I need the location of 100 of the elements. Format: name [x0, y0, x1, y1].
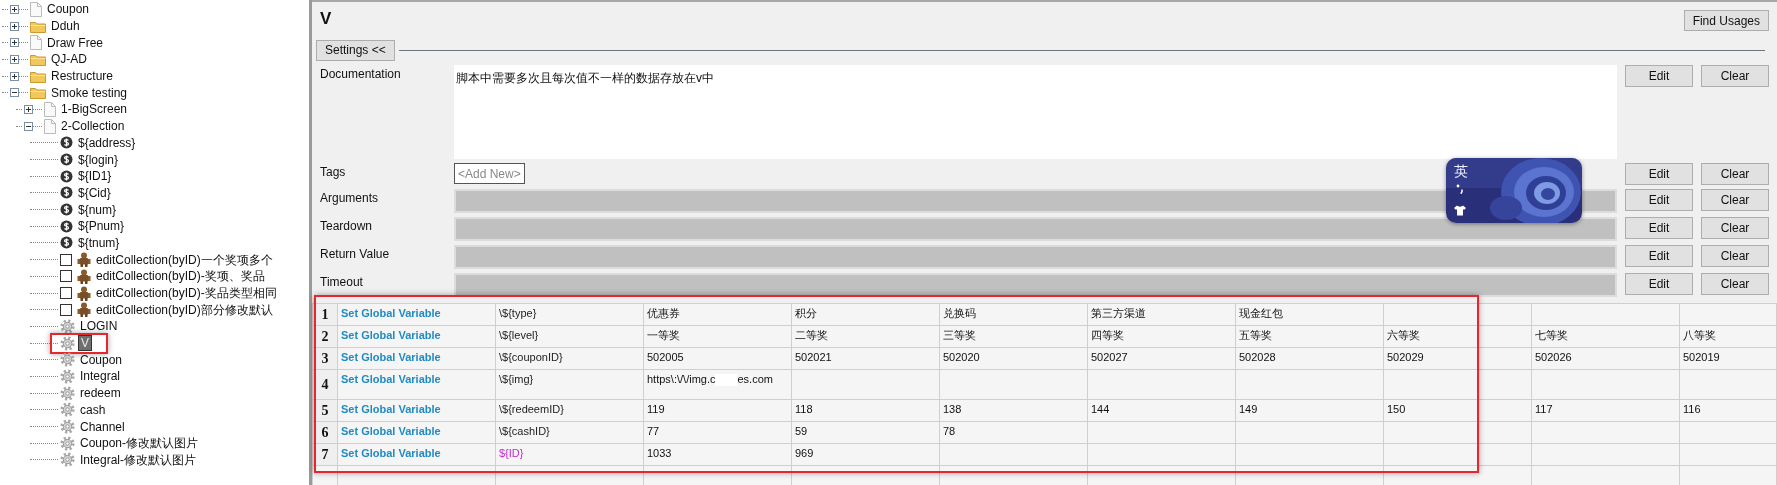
tree-item[interactable]: Dduh: [49, 19, 82, 34]
tree-item[interactable]: Restructure: [49, 69, 116, 84]
language-indicator[interactable]: 英: [1454, 161, 1468, 182]
field-label: Arguments: [320, 189, 380, 207]
input-field[interactable]: [454, 216, 1617, 241]
gear-icon: [60, 352, 75, 368]
tree-item[interactable]: Coupon-修改默认图片: [78, 436, 201, 451]
table-cell: 1033: [643, 443, 792, 465]
field-label: Documentation: [320, 65, 402, 83]
robot-icon: [77, 252, 91, 268]
tree-item[interactable]: ${tnum}: [76, 235, 122, 250]
tree-item[interactable]: V: [78, 335, 92, 352]
clear-button[interactable]: Clear: [1701, 216, 1769, 239]
dollar-icon: [60, 186, 73, 200]
clear-button[interactable]: Clear: [1701, 272, 1769, 295]
table-cell: 兑换码: [939, 303, 1088, 325]
expand-toggle[interactable]: [10, 4, 19, 14]
table-cell: 144: [1087, 399, 1236, 421]
tree-item[interactable]: editCollection(byID)一个奖项多个: [94, 252, 275, 267]
table-cell: 七等奖: [1531, 325, 1680, 347]
punctuation-icon[interactable]: [1456, 184, 1464, 194]
collapse-toggle[interactable]: [24, 121, 33, 131]
gear-icon: [60, 452, 75, 468]
input-field[interactable]: [454, 272, 1617, 297]
checkbox[interactable]: [60, 270, 72, 283]
edit-button[interactable]: Edit: [1625, 162, 1693, 185]
tree-item[interactable]: editCollection(byID)-奖项、奖品: [94, 269, 267, 284]
expand-toggle[interactable]: [10, 54, 19, 64]
dollar-icon: [60, 236, 73, 250]
clear-button[interactable]: Clear: [1701, 162, 1769, 185]
expand-toggle[interactable]: [24, 104, 33, 114]
folder-icon: [30, 19, 46, 33]
expand-toggle[interactable]: [10, 21, 19, 31]
tree-item[interactable]: ${Pnum}: [76, 219, 127, 234]
table-cell: 118: [791, 399, 940, 421]
table-cell: 502027: [1087, 347, 1236, 369]
clear-button[interactable]: Clear: [1701, 244, 1769, 267]
tree-item[interactable]: ${address}: [76, 135, 138, 150]
find-usages-button[interactable]: Find Usages: [1683, 10, 1769, 31]
input-field[interactable]: [454, 244, 1617, 269]
keyword-cell: Set Global Variable: [337, 325, 496, 347]
table-cell: 六等奖: [1383, 325, 1532, 347]
table-cell: 积分: [791, 303, 940, 325]
table-cell: 502028: [1235, 347, 1384, 369]
tree-item[interactable]: Coupon: [78, 352, 125, 367]
tree-item[interactable]: 1-BigScreen: [59, 102, 130, 117]
table-cell: 502020: [939, 347, 1088, 369]
tree-item[interactable]: QJ-AD: [49, 52, 89, 67]
shirt-icon[interactable]: [1454, 205, 1466, 216]
edit-button[interactable]: Edit: [1625, 64, 1693, 87]
gear-icon: [60, 419, 75, 435]
field-label: Return Value: [320, 245, 391, 263]
clear-button[interactable]: Clear: [1701, 188, 1769, 211]
expand-toggle[interactable]: [10, 71, 19, 81]
dollar-icon: [60, 169, 73, 183]
table-cell: 59: [791, 421, 940, 443]
checkbox[interactable]: [60, 303, 72, 316]
tree-item[interactable]: editCollection(byID)-奖品类型相同: [94, 286, 279, 301]
tree-item[interactable]: ${Cid}: [76, 185, 113, 200]
collapse-toggle[interactable]: [10, 88, 19, 98]
table-cell: 78: [939, 421, 1088, 443]
table-cell: 八等奖: [1679, 325, 1777, 347]
expand-toggle[interactable]: [10, 38, 19, 48]
checkbox[interactable]: [60, 287, 72, 300]
clear-button[interactable]: Clear: [1701, 64, 1769, 87]
settings-toggle-button[interactable]: Settings <<: [316, 39, 395, 61]
table-cell: 502021: [791, 347, 940, 369]
edit-button[interactable]: Edit: [1625, 216, 1693, 239]
tree-item[interactable]: redeem: [78, 386, 123, 401]
tree-item[interactable]: ${login}: [76, 152, 121, 167]
table-cell: \${level}: [495, 325, 644, 347]
tree-item[interactable]: cash: [78, 402, 108, 417]
edit-button[interactable]: Edit: [1625, 272, 1693, 295]
tree-item[interactable]: Smoke testing: [49, 85, 130, 100]
tree-item[interactable]: Channel: [78, 419, 127, 434]
table-cell: 二等奖: [791, 325, 940, 347]
table-cell: 502026: [1531, 347, 1680, 369]
table-cell: \${cashID}: [495, 421, 644, 443]
checkbox[interactable]: [60, 253, 72, 266]
tree-item[interactable]: editCollection(byID)部分修改默认: [94, 302, 275, 317]
keyword-cell: Set Global Variable: [337, 421, 496, 443]
tree-item[interactable]: 2-Collection: [59, 119, 127, 134]
tree-item[interactable]: ${ID1}: [76, 169, 114, 184]
tree-item[interactable]: Draw Free: [45, 35, 105, 50]
folder-icon: [30, 52, 46, 66]
file-icon: [44, 118, 56, 134]
add-tag-field[interactable]: <Add New>: [454, 162, 525, 184]
tree-item[interactable]: LOGIN: [78, 319, 120, 334]
tree-item[interactable]: Integral: [78, 369, 123, 384]
robot-icon: [77, 268, 91, 284]
edit-button[interactable]: Edit: [1625, 244, 1693, 267]
edit-button[interactable]: Edit: [1625, 188, 1693, 211]
dollar-icon: [60, 136, 73, 150]
documentation-field[interactable]: 脚本中需要多次且每次值不一样的数据存放在v中: [454, 64, 1617, 159]
robot-icon: [77, 285, 91, 301]
tree-item[interactable]: Integral-修改默认图片: [78, 452, 199, 467]
gear-icon: [60, 318, 75, 334]
tree-item[interactable]: Coupon: [45, 2, 92, 17]
table-cell: ${ID}: [495, 443, 644, 465]
tree-item[interactable]: ${num}: [76, 202, 119, 217]
